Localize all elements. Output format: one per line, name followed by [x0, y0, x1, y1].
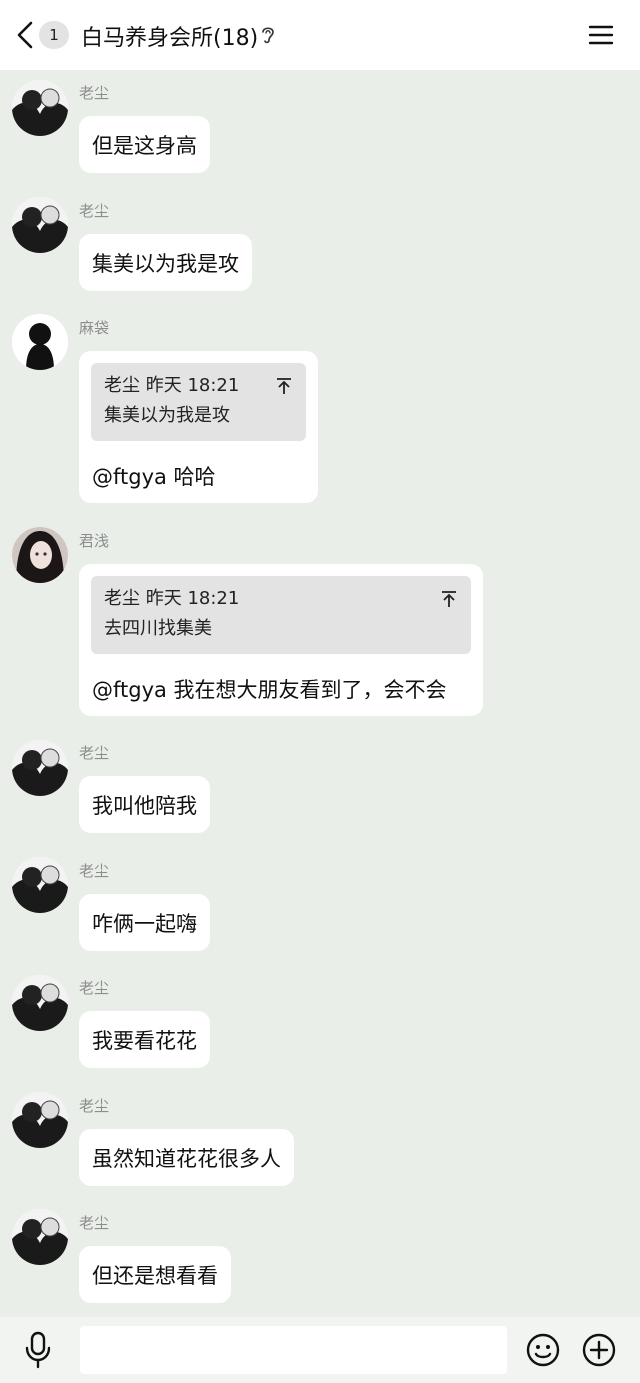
message: 老尘 我要看花花	[0, 975, 640, 1070]
chat-header: 1 白马养身会所(18)	[0, 0, 640, 70]
sender-name: 麻袋	[79, 319, 110, 337]
reply-text: @ftgya 我在想大朋友看到了，会不会	[92, 678, 447, 702]
avatar[interactable]	[12, 975, 68, 1031]
message: 老尘 咋俩一起嗨	[0, 857, 640, 952]
jump-to-quote-icon[interactable]	[441, 590, 457, 608]
sender-name: 老尘	[79, 1214, 110, 1232]
message: 老尘 集美以为我是攻	[0, 197, 640, 292]
message-bubble[interactable]: 集美以为我是攻	[79, 234, 252, 291]
sender-name: 老尘	[79, 744, 110, 762]
avatar[interactable]	[12, 1209, 68, 1265]
unread-count-badge[interactable]: 1	[39, 21, 69, 49]
quote-meta: 老尘 昨天 18:21	[104, 375, 240, 396]
quoted-message[interactable]: 老尘 昨天 18:21 去四川找集美	[91, 576, 471, 654]
message: 君浅 老尘 昨天 18:21 去四川找集美 @ftgya 我在想大朋友看到了，会…	[0, 527, 640, 717]
reply-text: @ftgya 哈哈	[92, 465, 216, 489]
group-title: 白马养身会所(18)	[81, 26, 259, 51]
avatar[interactable]	[12, 527, 68, 583]
message-bubble[interactable]: 咋俩一起嗨	[79, 894, 210, 951]
sender-name: 君浅	[79, 532, 110, 550]
message: 老尘 但是这身高	[0, 80, 640, 175]
message-bubble[interactable]: 我要看花花	[79, 1011, 210, 1068]
quote-meta: 老尘 昨天 18:21	[104, 588, 240, 609]
avatar[interactable]	[12, 1092, 68, 1148]
message: 老尘 虽然知道花花很多人	[0, 1092, 640, 1187]
avatar[interactable]	[12, 857, 68, 913]
avatar[interactable]	[12, 80, 68, 136]
add-icon[interactable]	[582, 1333, 616, 1367]
message: 老尘 我叫他陪我	[0, 740, 640, 835]
sender-name: 老尘	[79, 202, 110, 220]
message-bubble[interactable]: 虽然知道花花很多人	[79, 1129, 294, 1186]
input-bar	[0, 1317, 640, 1383]
avatar[interactable]	[12, 197, 68, 253]
message-bubble[interactable]: 但还是想看看	[79, 1246, 231, 1303]
quoted-message[interactable]: 老尘 昨天 18:21 集美以为我是攻	[91, 363, 306, 441]
message-bubble[interactable]: 老尘 昨天 18:21 集美以为我是攻 @ftgya 哈哈	[79, 351, 318, 503]
message: 老尘 但还是想看看	[0, 1209, 640, 1304]
sender-name: 老尘	[79, 84, 110, 102]
message-bubble[interactable]: 但是这身高	[79, 116, 210, 173]
avatar[interactable]	[12, 314, 68, 370]
message: 麻袋 老尘 昨天 18:21 集美以为我是攻 @ftgya 哈哈	[0, 314, 640, 504]
message-bubble[interactable]: 我叫他陪我	[79, 776, 210, 833]
emoji-icon[interactable]	[526, 1333, 560, 1367]
message-bubble[interactable]: 老尘 昨天 18:21 去四川找集美 @ftgya 我在想大朋友看到了，会不会	[79, 564, 483, 716]
sender-name: 老尘	[79, 862, 110, 880]
back-arrow-icon[interactable]	[14, 20, 38, 50]
jump-to-quote-icon[interactable]	[276, 377, 292, 395]
sender-name: 老尘	[79, 979, 110, 997]
quote-text: 去四川找集美	[104, 618, 212, 639]
avatar[interactable]	[12, 740, 68, 796]
ear-icon	[262, 27, 274, 44]
microphone-icon[interactable]	[24, 1331, 52, 1369]
quote-text: 集美以为我是攻	[104, 405, 230, 426]
menu-icon[interactable]	[588, 22, 614, 48]
sender-name: 老尘	[79, 1097, 110, 1115]
message-input[interactable]	[80, 1326, 507, 1374]
